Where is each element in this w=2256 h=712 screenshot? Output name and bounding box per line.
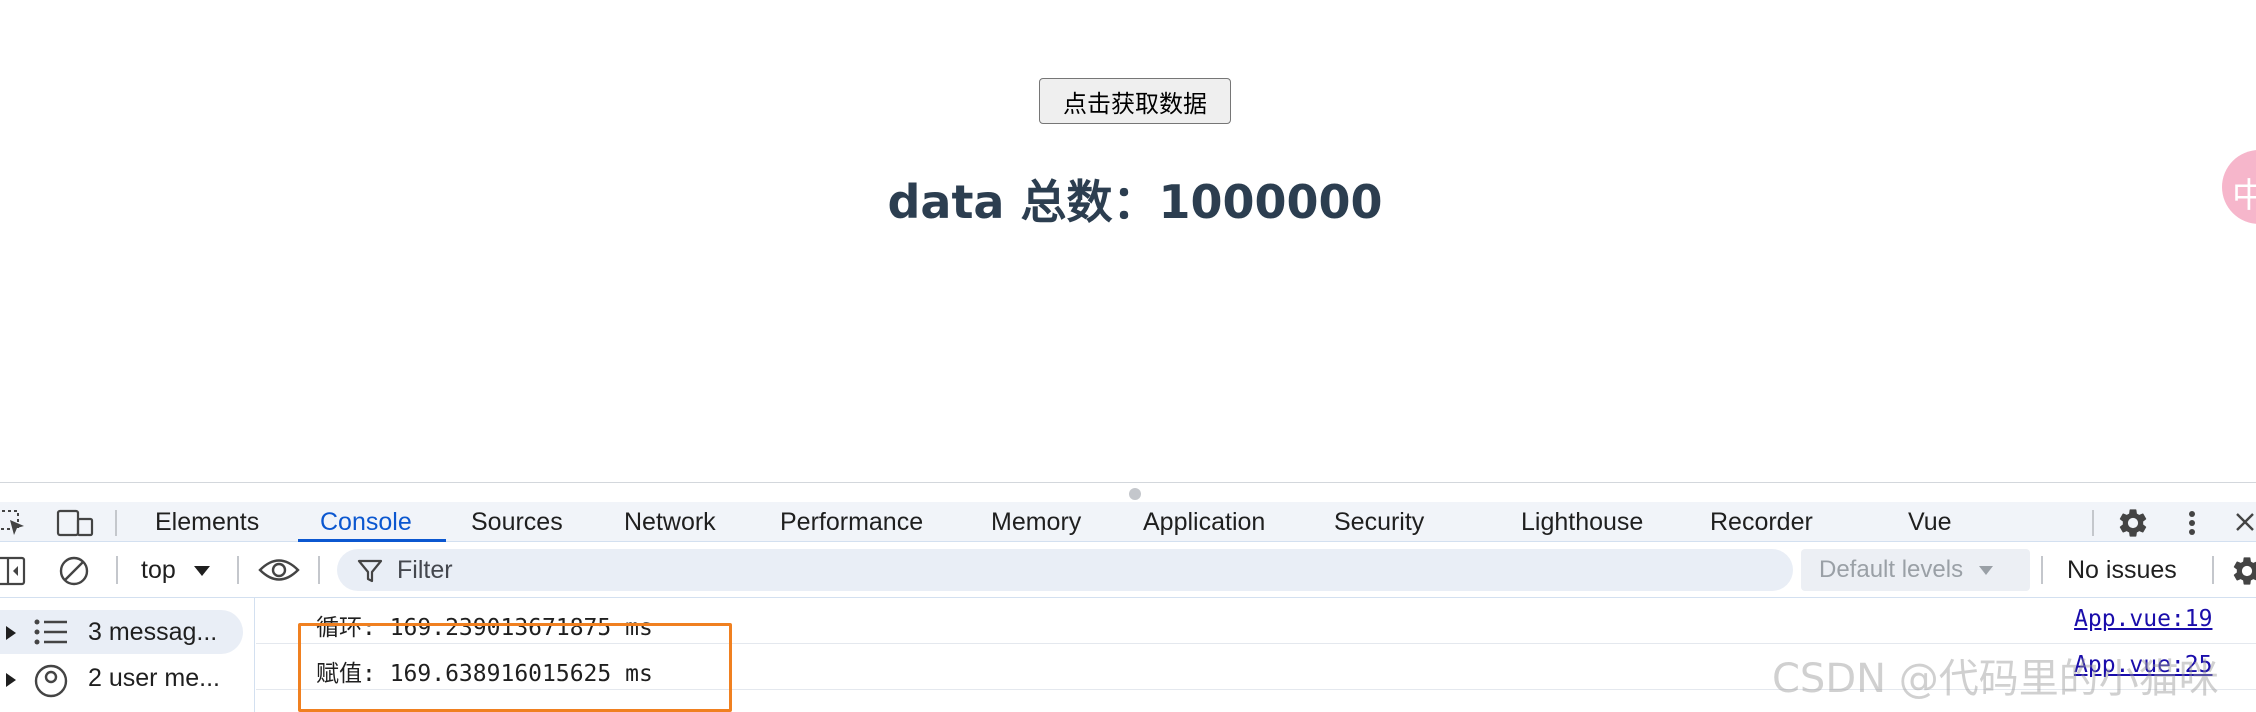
devtools-tab-bar: Elements Console Sources Network Perform… xyxy=(0,502,2256,542)
log-message: 循环: 169.239013671875 ms xyxy=(316,615,653,641)
clear-console-icon[interactable] xyxy=(58,555,90,592)
tab-vue[interactable]: Vue xyxy=(1908,502,1952,542)
tab-console[interactable]: Console xyxy=(320,502,412,542)
expand-arrow-icon[interactable] xyxy=(6,626,16,640)
console-toolbar: top Filter Default levels No issues xyxy=(0,542,2256,598)
dropdown-arrow-icon xyxy=(193,566,210,577)
log-source-link[interactable]: App.vue:19 xyxy=(2074,606,2212,632)
sidebar-item-label: 2 user me... xyxy=(88,664,220,692)
close-icon[interactable] xyxy=(2234,511,2256,538)
fetch-data-button[interactable]: 点击获取数据 xyxy=(1039,78,1231,124)
data-count-heading: data 总数：1000000 xyxy=(887,175,1383,229)
sidebar-item-user-messages[interactable]: 2 user me... xyxy=(0,656,243,700)
tab-bar-divider xyxy=(115,510,117,536)
page-viewport: 点击获取数据 data 总数：1000000 中 xyxy=(0,0,2256,482)
tab-performance[interactable]: Performance xyxy=(780,502,923,542)
resize-grip-dot[interactable] xyxy=(1129,488,1141,500)
sidebar-item-label: 3 messag... xyxy=(88,618,218,646)
issues-counter[interactable]: No issues xyxy=(2067,554,2177,586)
tab-lighthouse[interactable]: Lighthouse xyxy=(1521,502,1643,542)
toolbar-divider-4 xyxy=(2041,556,2043,584)
levels-arrow-icon xyxy=(1978,566,1993,576)
tab-application[interactable]: Application xyxy=(1143,502,1265,542)
context-selector[interactable]: top xyxy=(141,554,211,586)
context-value: top xyxy=(141,556,176,584)
log-source-link[interactable]: App.vue:25 xyxy=(2074,652,2212,678)
toolbar-divider-2 xyxy=(237,556,239,584)
floating-bubble-label: 中 xyxy=(2232,176,2256,216)
filter-input[interactable]: Filter xyxy=(337,549,1793,591)
eye-icon[interactable] xyxy=(258,557,300,588)
console-settings-gear-icon[interactable] xyxy=(2230,554,2256,593)
console-sidebar: 3 messag... 2 user me... xyxy=(0,598,255,712)
tab-network[interactable]: Network xyxy=(624,502,716,542)
toolbar-divider-3 xyxy=(318,556,320,584)
device-toolbar-icon[interactable] xyxy=(56,509,94,542)
tab-security[interactable]: Security xyxy=(1334,502,1424,542)
user-circle-icon xyxy=(34,664,68,705)
toolbar-divider xyxy=(116,556,118,584)
inspect-element-icon[interactable] xyxy=(0,508,28,541)
tab-memory[interactable]: Memory xyxy=(991,502,1081,542)
log-levels-dropdown[interactable]: Default levels xyxy=(1801,549,2030,591)
sidebar-toggle-icon[interactable] xyxy=(0,556,28,591)
tab-elements[interactable]: Elements xyxy=(155,502,259,542)
devtools-panel: Elements Console Sources Network Perform… xyxy=(0,482,2256,712)
console-body: 3 messag... 2 user me... 循环: 169.2390136… xyxy=(0,598,2256,712)
log-message: 赋值: 169.638916015625 ms xyxy=(316,661,653,687)
tab-sources[interactable]: Sources xyxy=(471,502,563,542)
sidebar-item-messages[interactable]: 3 messag... xyxy=(0,610,243,654)
tab-recorder[interactable]: Recorder xyxy=(1710,502,1813,542)
tab-bar-divider-right xyxy=(2092,510,2094,536)
devtools-resize-handle[interactable] xyxy=(0,482,2256,502)
console-log-row: 赋值: 169.638916015625 ms App.vue:25 xyxy=(256,644,2256,690)
filter-funnel-icon xyxy=(357,558,383,589)
console-log-row: 循环: 169.239013671875 ms App.vue:19 xyxy=(256,598,2256,644)
filter-placeholder: Filter xyxy=(397,556,453,584)
log-levels-label: Default levels xyxy=(1819,556,1964,583)
expand-arrow-icon[interactable] xyxy=(6,673,16,687)
toolbar-divider-5 xyxy=(2212,556,2214,584)
list-icon xyxy=(34,619,68,652)
more-vertical-icon[interactable] xyxy=(2186,508,2198,543)
settings-gear-icon[interactable] xyxy=(2116,506,2150,545)
